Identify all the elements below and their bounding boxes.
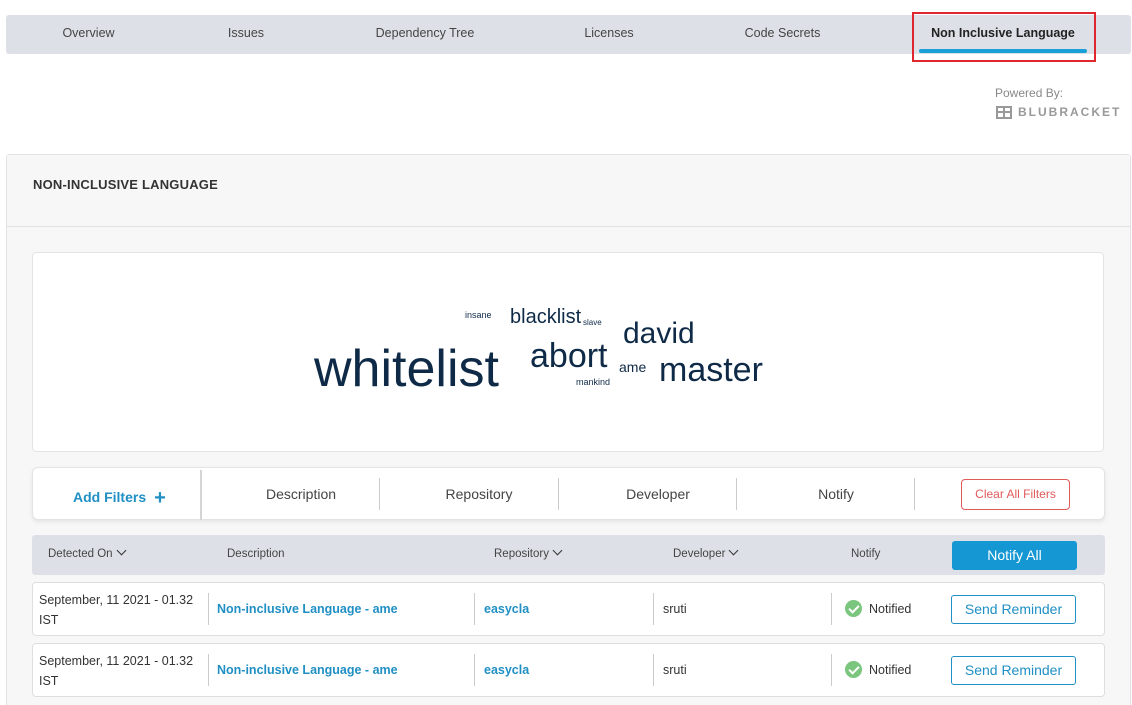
cloud-word[interactable]: blacklist [510,307,581,327]
row-divider [831,654,832,686]
repository-link[interactable]: easycla [484,602,529,616]
column-developer[interactable]: Developer [673,545,739,560]
developer-cell: sruti [663,663,687,677]
row-divider [831,593,832,625]
panel-title: NON-INCLUSIVE LANGUAGE [33,177,218,192]
filter-developer[interactable]: Developer [578,486,738,502]
add-filters-label: Add Filters [73,489,147,505]
status-label: Notified [869,662,912,677]
status-label: Notified [869,601,912,616]
detected-on-cell: September, 11 2021 - 01.32 IST [39,593,194,627]
panel-header: NON-INCLUSIVE LANGUAGE [7,155,1130,227]
chevron-down-icon [728,545,739,556]
send-reminder-button[interactable]: Send Reminder [951,595,1076,624]
row-divider [208,593,209,625]
cloud-word[interactable]: mankind [576,378,610,387]
row-divider [474,654,475,686]
filter-divider [558,478,559,510]
tab-code-secrets[interactable]: Code Secrets [731,15,834,54]
cloud-word[interactable]: abort [530,339,608,373]
row-divider [653,654,654,686]
developer-cell: sruti [663,602,687,616]
cloud-word[interactable]: insane [465,311,492,320]
column-detected-on[interactable]: Detected On [48,545,127,560]
chevron-down-icon [116,545,127,556]
cloud-word[interactable]: whitelist [314,343,499,395]
tab-overview[interactable]: Overview [46,15,131,54]
check-circle-icon [845,661,862,678]
cloud-word[interactable]: master [659,353,763,387]
description-link[interactable]: Non-inclusive Language - ame [217,663,398,677]
powered-by-label: Powered By: [995,86,1064,100]
column-repository[interactable]: Repository [494,545,563,560]
row-divider [208,654,209,686]
column-label: Developer [673,548,726,560]
filter-divider [736,478,737,510]
row-divider [474,593,475,625]
filter-divider [914,478,915,510]
filter-notify[interactable]: Notify [756,486,916,502]
tab-issues[interactable]: Issues [211,15,281,54]
cloud-word[interactable]: ame [619,360,646,374]
clear-all-filters-button[interactable]: Clear All Filters [961,479,1070,510]
notify-status: Notified [845,661,911,678]
filter-repository[interactable]: Repository [399,486,559,502]
row-divider [653,593,654,625]
notify-status: Notified [845,600,911,617]
brand-name: BLUBRACKET [1018,105,1122,119]
check-circle-icon [845,600,862,617]
table-header: Detected On Description Repository Devel… [32,535,1105,575]
detected-on-cell: September, 11 2021 - 01.32 IST [39,654,194,688]
blubracket-icon [996,105,1012,119]
highlight-annotation [912,12,1096,62]
tab-licenses[interactable]: Licenses [569,15,649,54]
tab-dependency-tree[interactable]: Dependency Tree [360,15,490,54]
send-reminder-button[interactable]: Send Reminder [951,656,1076,685]
description-link[interactable]: Non-inclusive Language - ame [217,602,398,616]
filter-divider [379,478,380,510]
add-filters-button[interactable]: Add Filters + [73,485,166,509]
column-label: Repository [494,548,549,560]
plus-icon: + [154,487,166,509]
filter-divider [200,470,202,520]
filter-description[interactable]: Description [221,486,381,502]
word-cloud: insane blacklist slave david whitelist a… [32,252,1104,452]
column-description: Description [227,548,285,560]
notify-all-button[interactable]: Notify All [952,541,1077,570]
repository-link[interactable]: easycla [484,663,529,677]
column-notify: Notify [851,548,881,560]
filter-bar: Add Filters + Description Repository Deve… [32,467,1105,520]
cloud-word[interactable]: david [623,319,695,349]
table-row: September, 11 2021 - 01.32 IST Non-inclu… [32,582,1105,636]
column-label: Detected On [48,548,113,560]
brand-logo: BLUBRACKET [996,105,1121,119]
table-row: September, 11 2021 - 01.32 IST Non-inclu… [32,643,1105,697]
chevron-down-icon [552,545,563,556]
cloud-word[interactable]: slave [583,319,602,327]
